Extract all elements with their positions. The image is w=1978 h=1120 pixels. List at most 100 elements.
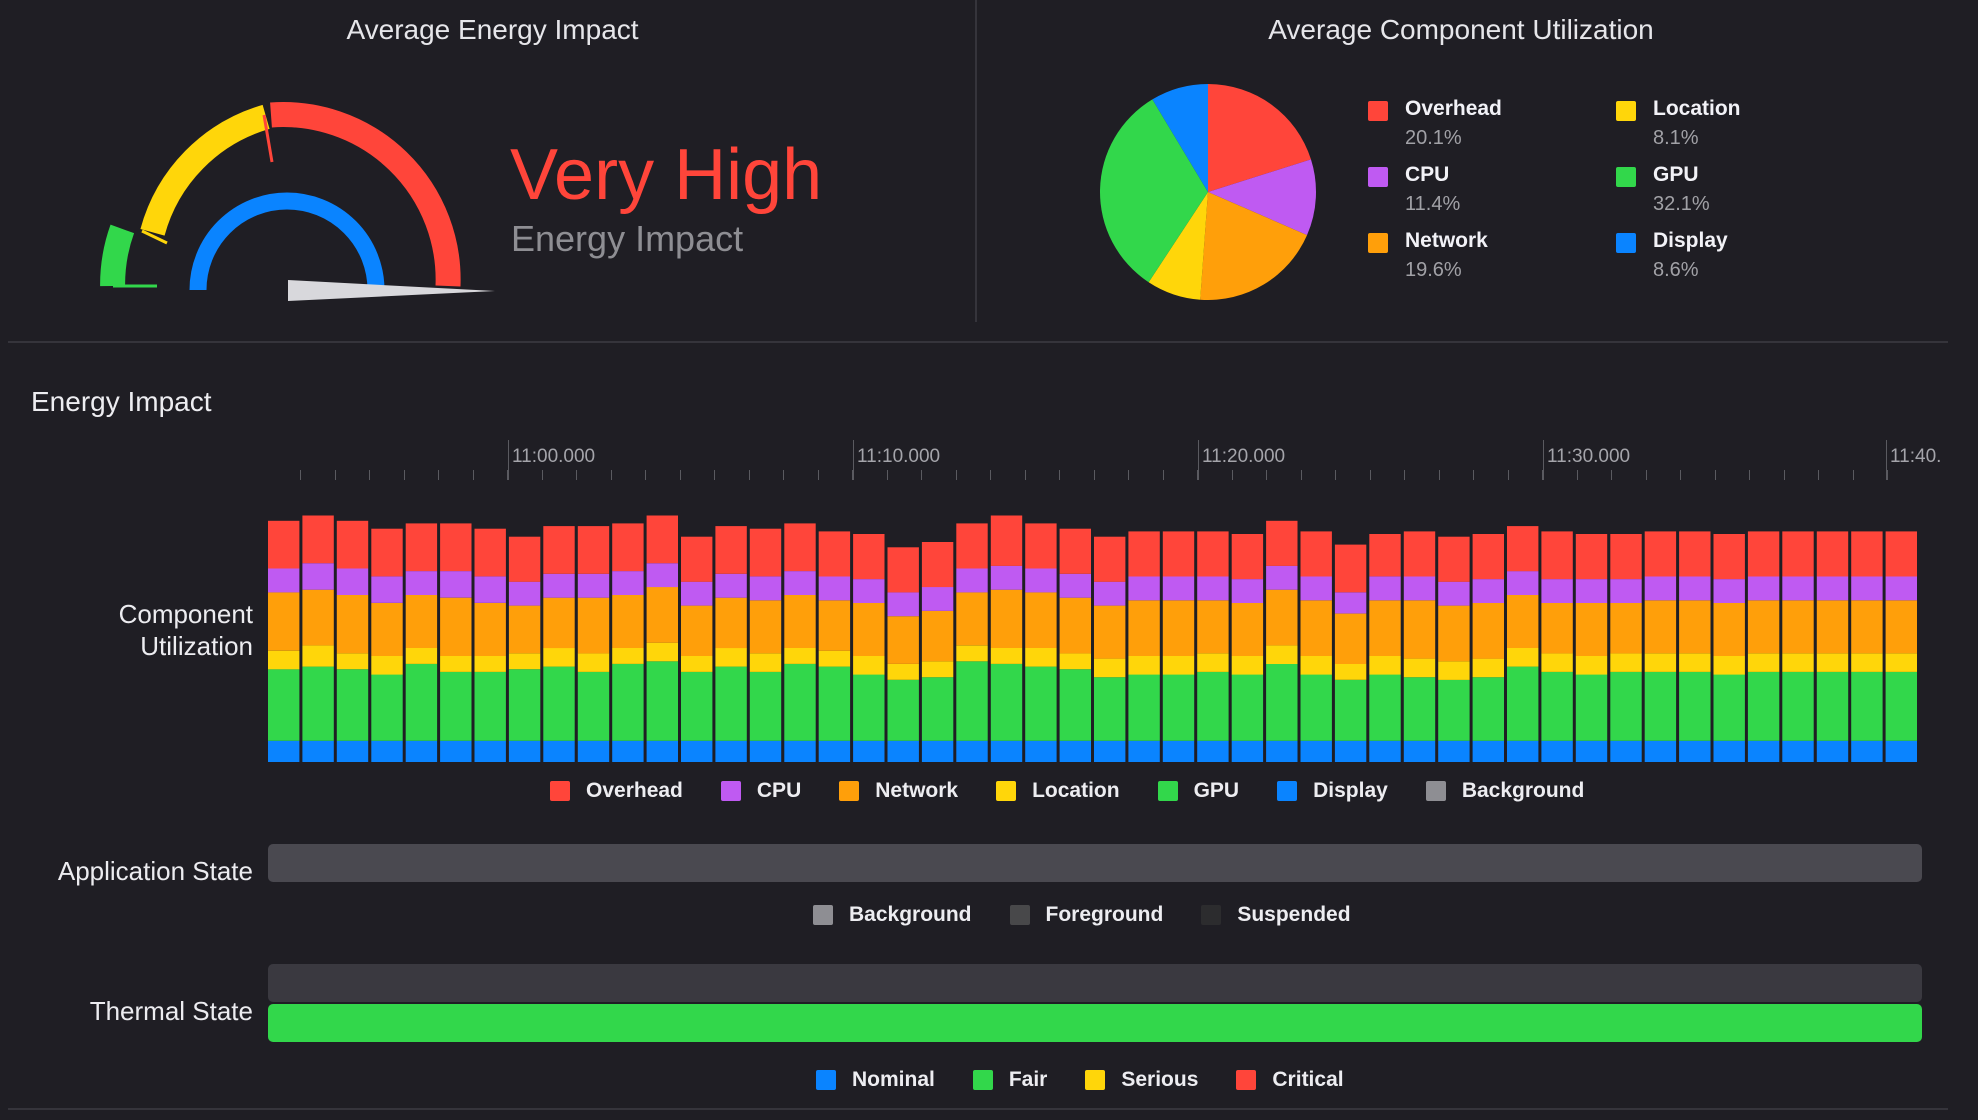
- bar-segment-network: [1713, 603, 1745, 656]
- time-minor-tick: [1439, 470, 1440, 480]
- time-minor-tick: [1094, 470, 1095, 480]
- bar-segment-overhead: [818, 531, 851, 577]
- time-minor-tick: [1784, 470, 1785, 480]
- bar-segment-gpu: [818, 666, 851, 741]
- bar-segment-display: [1747, 740, 1780, 762]
- energy-legend-item-background: Background: [1425, 779, 1584, 803]
- bar-segment-overhead: [268, 520, 300, 569]
- bar-segment-network: [715, 597, 747, 649]
- legend-swatch: [1201, 905, 1222, 925]
- bar-segment-location: [612, 648, 644, 664]
- bar-segment-cpu: [681, 581, 713, 606]
- time-minor-tick: [369, 470, 370, 480]
- bar-segment-gpu: [405, 663, 438, 741]
- time-minor-tick: [680, 470, 681, 480]
- time-minor-tick: [1646, 470, 1647, 480]
- bar-segment-overhead: [1747, 531, 1780, 577]
- legend-label: Network: [875, 779, 959, 802]
- legend-swatch: [813, 905, 833, 925]
- legend-label: Fair: [1008, 1068, 1048, 1091]
- bar-segment-network: [440, 597, 472, 656]
- app-state-legend-item-background: Background: [813, 903, 972, 927]
- bar-segment-gpu: [956, 661, 988, 741]
- bar-segment-display: [1231, 740, 1264, 762]
- bar-segment-location: [1300, 656, 1332, 675]
- time-minor-tick: [783, 470, 784, 480]
- bar-segment-gpu: [612, 663, 644, 741]
- bar-segment-display: [371, 740, 403, 762]
- bar-segment-cpu: [1851, 576, 1883, 601]
- section-divider: [8, 341, 1948, 343]
- bar-segment-overhead: [508, 536, 541, 582]
- bar-segment-gpu: [853, 674, 885, 741]
- bar-segment-location: [1610, 653, 1642, 672]
- bar-segment-cpu: [1025, 568, 1057, 593]
- bar-segment-network: [474, 603, 506, 656]
- bar-segment-network: [1610, 603, 1642, 654]
- time-minor-tick: [990, 470, 991, 480]
- bar-segment-location: [1197, 653, 1229, 672]
- bar-segment-location: [853, 656, 885, 675]
- bar-segment-location: [1334, 663, 1367, 680]
- bar-segment-location: [784, 648, 816, 664]
- time-minor-tick: [714, 470, 715, 480]
- bar-segment-network: [543, 597, 575, 649]
- bar-segment-overhead: [681, 536, 713, 582]
- thermal-legend-item-serious: Serious: [1085, 1068, 1198, 1092]
- bar-segment-overhead: [1472, 534, 1504, 580]
- bar-segment-location: [887, 663, 919, 680]
- bar-segment-location: [1059, 653, 1091, 670]
- bar-segment-location: [956, 645, 988, 662]
- energy-level-text: Very High: [510, 135, 823, 215]
- bar-segment-network: [1197, 600, 1229, 654]
- bar-segment-location: [371, 656, 403, 675]
- time-minor-tick: [956, 470, 957, 480]
- bar-segment-location: [646, 642, 678, 662]
- bar-segment-gpu: [1403, 677, 1436, 741]
- bar-segment-display: [853, 740, 885, 762]
- bar-segment-overhead: [1644, 531, 1677, 577]
- bar-segment-gpu: [1162, 674, 1195, 741]
- bar-segment-gpu: [1025, 666, 1057, 741]
- bar-segment-display: [1782, 740, 1814, 762]
- bar-segment-cpu: [1713, 579, 1745, 603]
- bar-segment-cpu: [1885, 576, 1917, 601]
- bar-segment-location: [440, 656, 472, 672]
- bar-segment-display: [749, 740, 782, 762]
- bar-segment-network: [612, 595, 644, 648]
- bar-segment-overhead: [990, 515, 1023, 566]
- bar-segment-location: [1507, 648, 1539, 667]
- bar-segment-gpu: [1644, 671, 1677, 741]
- bar-segment-display: [268, 740, 300, 762]
- bar-segment-gpu: [1094, 677, 1126, 741]
- legend-label: GPU: [1193, 779, 1240, 802]
- time-minor-tick: [1370, 470, 1371, 480]
- time-minor-tick: [1128, 470, 1129, 480]
- bar-segment-display: [1197, 740, 1229, 762]
- component-utilization-label: Component Utilization: [40, 598, 253, 662]
- bar-segment-gpu: [1575, 674, 1608, 741]
- bar-segment-overhead: [1059, 528, 1091, 574]
- bar-segment-gpu: [1679, 671, 1711, 741]
- bar-segment-overhead: [853, 534, 885, 580]
- bar-segment-gpu: [681, 671, 713, 741]
- time-tick-label: 11:00.000: [512, 446, 596, 467]
- bar-segment-display: [1507, 740, 1539, 762]
- bar-segment-network: [1541, 603, 1573, 654]
- bar-segment-network: [1231, 603, 1264, 656]
- bar-segment-cpu: [1472, 579, 1504, 603]
- application-state-bar[interactable]: [268, 844, 1922, 882]
- bar-segment-overhead: [1162, 531, 1195, 577]
- bar-segment-network: [1438, 605, 1470, 662]
- bar-segment-overhead: [1851, 531, 1883, 577]
- bar-segment-cpu: [1094, 581, 1126, 606]
- thermal-state-bar[interactable]: [268, 1004, 1922, 1042]
- bar-segment-network: [1266, 589, 1298, 646]
- bar-segment-network: [508, 605, 541, 654]
- bar-segment-location: [715, 648, 747, 667]
- bar-segment-cpu: [1610, 579, 1642, 603]
- bar-segment-cpu: [1403, 576, 1436, 601]
- bar-segment-network: [1747, 600, 1780, 654]
- bar-segment-location: [1438, 661, 1470, 680]
- bar-segment-network: [990, 589, 1023, 648]
